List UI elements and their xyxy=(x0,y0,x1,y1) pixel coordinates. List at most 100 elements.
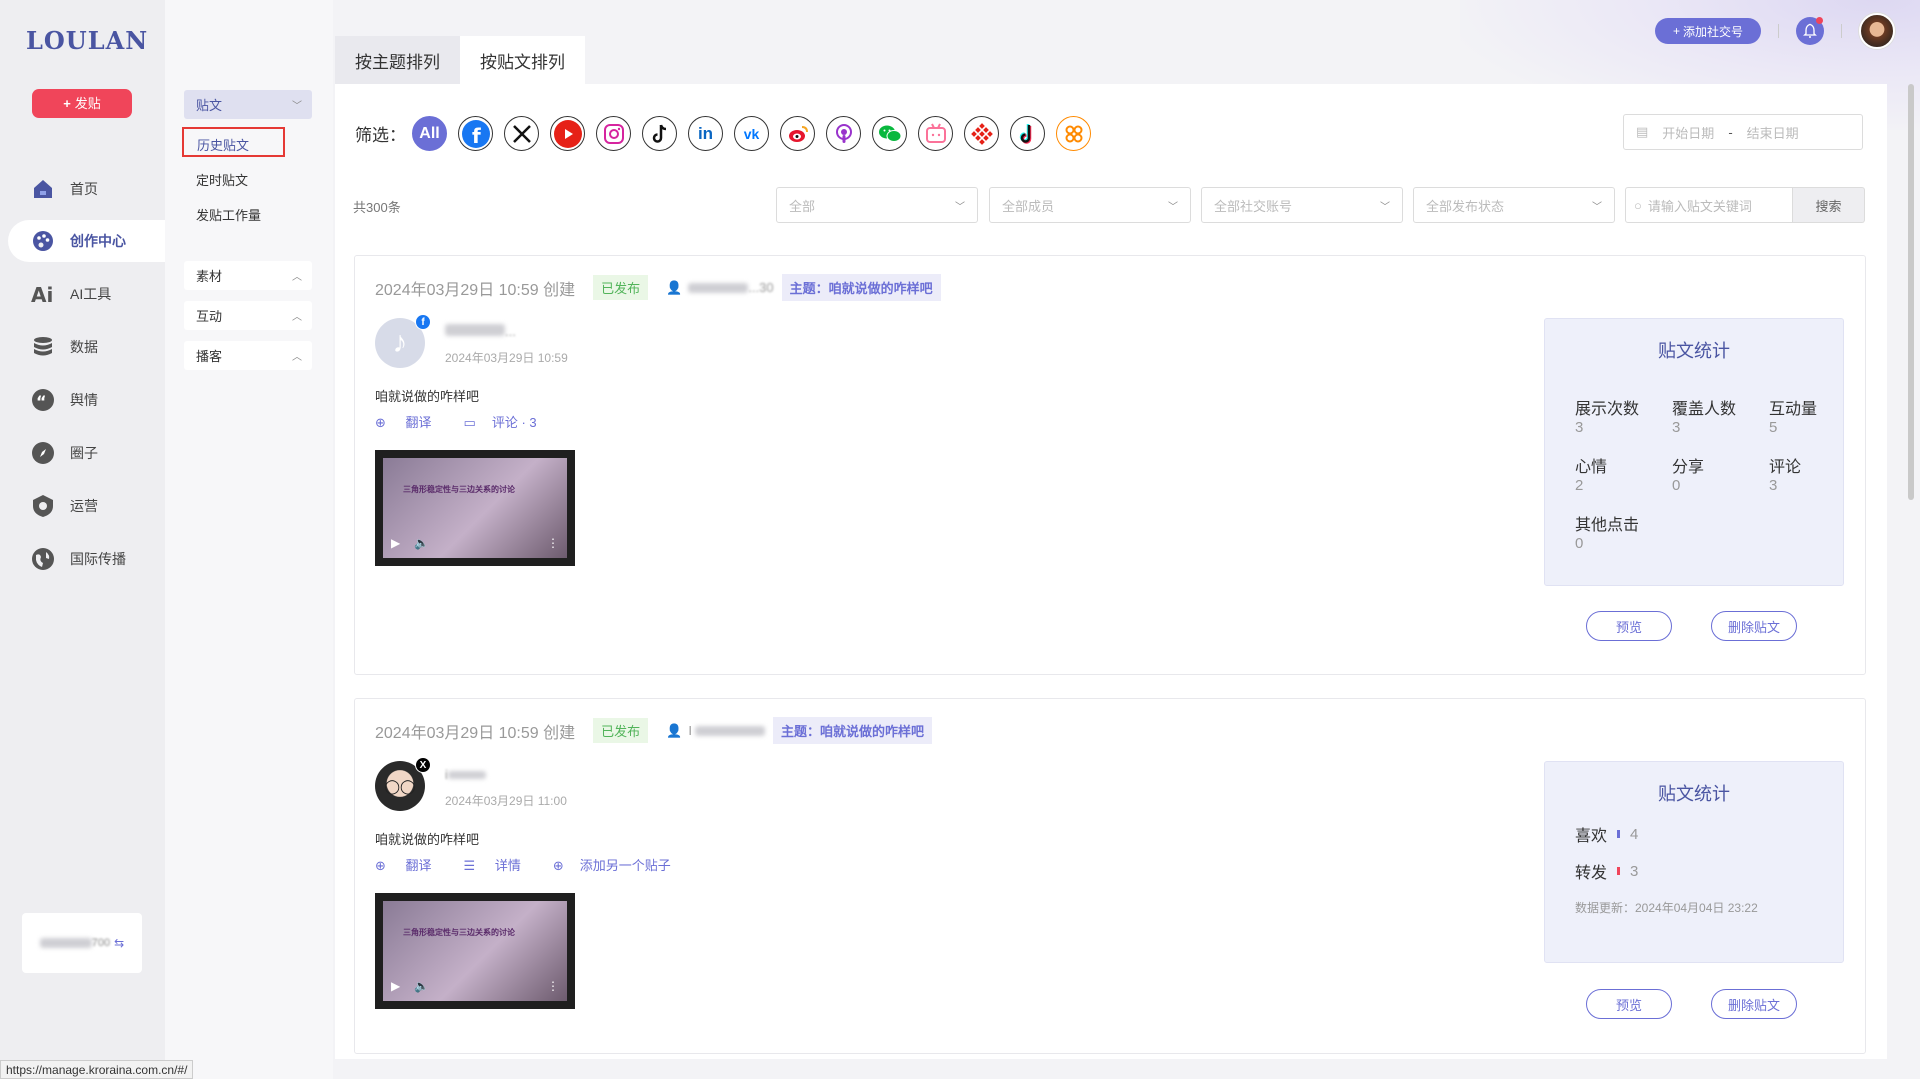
nav-label: 首页 xyxy=(70,181,98,197)
x-badge-icon: X xyxy=(415,757,431,773)
svg-text:Ai: Ai xyxy=(31,283,53,306)
kuaishou-icon[interactable] xyxy=(964,116,999,151)
nav-item-international[interactable]: 国际传播 xyxy=(8,538,168,580)
subnav-group-interaction[interactable]: 互动 ︿ xyxy=(184,301,312,330)
stat-other-clicks: 其他点击 0 xyxy=(1575,511,1665,552)
play-icon[interactable]: ▶ xyxy=(391,979,400,993)
instagram-icon[interactable] xyxy=(596,116,631,151)
preview-button[interactable]: 预览 xyxy=(1586,989,1672,1019)
add-another-post-button[interactable]: ⊕ 添加另一个贴子 xyxy=(553,855,687,874)
post-time: 2024年03月29日 11:00 xyxy=(445,794,567,808)
stat-reach: 覆盖人数 3 xyxy=(1672,395,1762,436)
nav-item-ai-tools[interactable]: Ai AI工具 xyxy=(8,273,168,315)
comments-label: 评论 · 3 xyxy=(491,415,537,430)
globe-small-icon: ⊕ xyxy=(375,858,390,873)
stat-label: 其他点击 xyxy=(1575,517,1640,534)
more-icon[interactable]: ⋮ xyxy=(547,536,559,550)
home-icon xyxy=(30,176,56,202)
divider xyxy=(1841,24,1842,38)
nav-item-circle[interactable]: 圈子 xyxy=(8,432,168,474)
stat-value: 0 xyxy=(1575,535,1584,552)
translate-button[interactable]: ⊕ 翻译 xyxy=(375,855,448,874)
member-name-blurred xyxy=(688,282,749,293)
account-name: ... xyxy=(445,324,516,339)
tab-by-post[interactable]: 按贴文排列 xyxy=(460,36,585,84)
sidebar: LOULAN + 发贴 首页 创作中心 Ai AI工具 数据 “ 舆情 圈子 运营… xyxy=(0,0,168,1079)
add-social-account-button[interactable]: + 添加社交号 xyxy=(1655,18,1761,44)
nav-item-data[interactable]: 数据 xyxy=(8,326,168,368)
x-icon[interactable] xyxy=(504,116,539,151)
current-user-card[interactable]: 700 ⇆ xyxy=(22,913,142,973)
video-thumbnail[interactable]: 三角形稳定性与三边关系的讨论 ▶ 🔈 ⋮ xyxy=(375,450,575,566)
username-suffix: 700 xyxy=(91,937,111,949)
user-avatar[interactable] xyxy=(1859,13,1895,49)
translate-button[interactable]: ⊕ 翻译 xyxy=(375,412,448,431)
subnav-item-scheduled-posts[interactable]: 定时贴文 xyxy=(196,170,248,189)
status-badge: 已发布 xyxy=(593,275,649,300)
comments-button[interactable]: ▭ 评论 · 3 xyxy=(464,412,553,431)
nav-label: 创作中心 xyxy=(70,233,126,249)
subnav-group-posts[interactable]: 贴文 ﹀ xyxy=(184,90,312,119)
details-icon: ☰ xyxy=(463,858,479,873)
scope-select[interactable]: 全部 ﹀ xyxy=(776,187,978,223)
search-placeholder: 请输入贴文关键词 xyxy=(1647,198,1752,214)
plus-icon: + xyxy=(63,96,71,111)
stat-value: 3 xyxy=(1769,477,1778,494)
nav-label: 运营 xyxy=(70,498,98,514)
play-icon[interactable]: ▶ xyxy=(391,536,400,550)
topic-tag[interactable]: 主题：咱就说做的咋样吧 xyxy=(781,274,941,301)
tab-by-topic[interactable]: 按主题排列 xyxy=(335,36,460,84)
weibo-icon[interactable] xyxy=(780,116,815,151)
stat-label: 分享 xyxy=(1672,459,1705,476)
nav-item-home[interactable]: 首页 xyxy=(8,168,168,210)
volume-icon[interactable]: 🔈 xyxy=(414,536,429,550)
member-select[interactable]: 全部成员 ﹀ xyxy=(989,187,1191,223)
stat-engagement: 互动量 5 xyxy=(1769,395,1859,436)
scrollbar-thumb[interactable] xyxy=(1908,84,1914,500)
post-button[interactable]: + 发贴 xyxy=(32,89,132,118)
filter-all-button[interactable]: All xyxy=(412,116,447,151)
database-icon xyxy=(30,334,56,360)
details-label: 详情 xyxy=(494,858,521,873)
notification-bell-icon[interactable] xyxy=(1796,17,1824,45)
nav-item-operation[interactable]: 运营 xyxy=(8,485,168,527)
account-avatar: ◯◯ X xyxy=(375,757,431,811)
subnav-group-material[interactable]: 素材 ︿ xyxy=(184,261,312,290)
linkedin-icon[interactable]: in xyxy=(688,116,723,151)
vk-icon[interactable]: vk xyxy=(734,116,769,151)
preview-button[interactable]: 预览 xyxy=(1586,611,1672,641)
douyin-icon[interactable] xyxy=(1010,116,1045,151)
chevron-up-icon: ︿ xyxy=(292,272,302,283)
subnav-item-post-workload[interactable]: 发贴工作量 xyxy=(196,205,261,224)
search-input[interactable]: ○ 请输入贴文关键词 xyxy=(1625,187,1793,223)
subnav-group-podcast[interactable]: 播客 ︿ xyxy=(184,341,312,370)
xiaohongshu-icon[interactable] xyxy=(1056,116,1091,151)
volume-icon[interactable]: 🔈 xyxy=(414,979,429,993)
account-name-blurred xyxy=(445,324,505,336)
date-range-picker[interactable]: ▤ 开始日期 - 结束日期 xyxy=(1623,114,1863,150)
subnav-item-label: 发贴工作量 xyxy=(196,208,262,223)
post-text: 咱就说做的咋样吧 xyxy=(375,832,480,847)
bilibili-icon[interactable] xyxy=(918,116,953,151)
facebook-icon[interactable]: f xyxy=(458,116,493,151)
delete-post-button[interactable]: 删除贴文 xyxy=(1711,989,1797,1019)
nav-item-creation[interactable]: 创作中心 xyxy=(8,220,168,262)
youtube-icon[interactable] xyxy=(550,116,585,151)
details-button[interactable]: ☰ 详情 xyxy=(464,855,537,874)
video-thumbnail[interactable]: 三角形稳定性与三边关系的讨论 ▶ 🔈 ⋮ xyxy=(375,893,575,1009)
topic-tag[interactable]: 主题：咱就说做的咋样吧 xyxy=(772,717,932,744)
search-button[interactable]: 搜索 xyxy=(1793,187,1865,223)
delete-post-button[interactable]: 删除贴文 xyxy=(1711,611,1797,641)
stat-label: 喜欢 xyxy=(1575,828,1608,845)
podcast-icon[interactable] xyxy=(826,116,861,151)
more-icon[interactable]: ⋮ xyxy=(547,979,559,993)
social-account-select[interactable]: 全部社交账号 ﹀ xyxy=(1201,187,1403,223)
wechat-icon[interactable] xyxy=(872,116,907,151)
publish-status-select[interactable]: 全部发布状态 ﹀ xyxy=(1413,187,1615,223)
tiktok-icon[interactable] xyxy=(642,116,677,151)
subnav-item-history-posts[interactable]: 历史贴文 xyxy=(182,127,285,157)
nav-item-sentiment[interactable]: “ 舆情 xyxy=(8,379,168,421)
chevron-down-icon: ﹀ xyxy=(955,201,965,213)
switch-icon[interactable]: ⇆ xyxy=(114,936,124,950)
stat-label: 心情 xyxy=(1575,459,1608,476)
